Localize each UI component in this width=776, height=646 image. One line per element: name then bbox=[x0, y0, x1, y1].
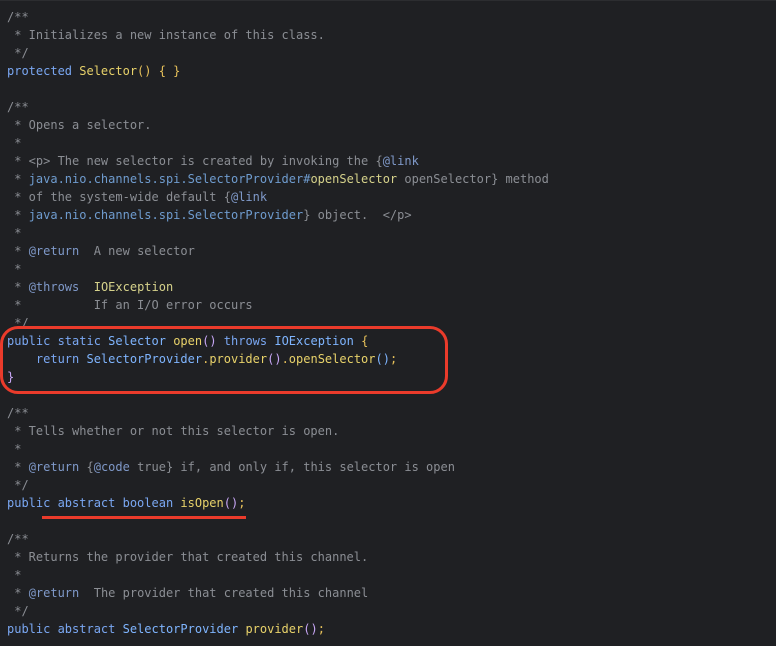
code-token: * bbox=[7, 172, 29, 186]
code-token: public bbox=[7, 496, 58, 510]
code-line: /** bbox=[7, 404, 29, 422]
code-line: * bbox=[7, 134, 21, 152]
code-token: provider bbox=[245, 622, 304, 636]
code-token: /** bbox=[7, 406, 29, 420]
code-line: */ bbox=[7, 476, 29, 494]
code-token: () bbox=[303, 622, 318, 636]
code-line: */ bbox=[7, 602, 29, 620]
code-token: @return bbox=[28, 586, 80, 600]
code-token: * Returns the provider that created this… bbox=[7, 550, 369, 564]
code-line: * of the system-wide default {@link bbox=[7, 188, 267, 206]
code-token: @throws bbox=[28, 280, 80, 294]
code-token: @code bbox=[93, 460, 130, 474]
code-line: * @return {@code true} if, and only if, … bbox=[7, 458, 455, 476]
code-token: abstract bbox=[57, 496, 123, 510]
code-token: * bbox=[7, 136, 22, 150]
code-token: @return bbox=[28, 244, 80, 258]
code-token: * bbox=[7, 262, 22, 276]
code-line: * bbox=[7, 224, 21, 242]
code-line: * @return The provider that created this… bbox=[7, 584, 368, 602]
code-token: * bbox=[7, 460, 29, 474]
code-line: * @return A new selector bbox=[7, 242, 195, 260]
code-token: */ bbox=[7, 604, 29, 618]
code-line: public abstract boolean isOpen(); bbox=[7, 494, 245, 512]
code-token: true} if, and only if, this selector is … bbox=[129, 460, 455, 474]
code-token: The provider that created this channel bbox=[79, 586, 369, 600]
code-token: boolean bbox=[122, 496, 181, 510]
code-token: * bbox=[7, 208, 29, 222]
code-token: * If an I/O error occurs bbox=[7, 298, 253, 312]
code-token: { bbox=[79, 460, 94, 474]
code-line: * @throws IOException bbox=[7, 278, 173, 296]
underline-isopen bbox=[42, 516, 246, 519]
code-token: * bbox=[7, 568, 22, 582]
code-token: * bbox=[7, 442, 22, 456]
code-token: () { } bbox=[137, 64, 181, 78]
code-line: * bbox=[7, 440, 21, 458]
code-line: * bbox=[7, 566, 21, 584]
code-line: * If an I/O error occurs bbox=[7, 296, 253, 314]
code-line: /** bbox=[7, 8, 29, 26]
code-line: */ bbox=[7, 44, 29, 62]
code-token: * Opens a selector. bbox=[7, 118, 152, 132]
code-line: public abstract SelectorProvider provide… bbox=[7, 620, 325, 638]
code-line: * Initializes a new instance of this cla… bbox=[7, 26, 325, 44]
highlight-box-open-method bbox=[0, 326, 448, 394]
code-token: * bbox=[7, 244, 29, 258]
code-line: /** bbox=[7, 530, 29, 548]
code-token: IOException bbox=[93, 280, 174, 294]
code-token: /** bbox=[7, 532, 29, 546]
code-line: * Returns the provider that created this… bbox=[7, 548, 368, 566]
code-token: @return bbox=[28, 460, 80, 474]
code-token: isOpen bbox=[180, 496, 224, 510]
code-token: @link bbox=[230, 190, 268, 204]
code-token: */ bbox=[7, 46, 29, 60]
code-token: ; bbox=[238, 496, 246, 510]
code-line: * java.nio.channels.spi.SelectorProvider… bbox=[7, 206, 412, 224]
code-line: protected Selector() { } bbox=[7, 62, 180, 80]
code-token: /** bbox=[7, 10, 29, 24]
code-token: openSelector} method bbox=[397, 172, 549, 186]
code-token: * Tells whether or not this selector is … bbox=[7, 424, 340, 438]
code-token: * Initializes a new instance of this cla… bbox=[7, 28, 325, 42]
code-token: /** bbox=[7, 100, 29, 114]
code-token: openSelector bbox=[310, 172, 398, 186]
code-line: /** bbox=[7, 98, 29, 116]
code-line: * java.nio.channels.spi.SelectorProvider… bbox=[7, 170, 549, 188]
code-token: * bbox=[7, 226, 22, 240]
code-token: */ bbox=[7, 478, 29, 492]
code-token: * of the system-wide default { bbox=[7, 190, 231, 204]
code-token: java.nio.channels.spi.SelectorProvider# bbox=[28, 172, 311, 186]
code-line: * <p> The new selector is created by inv… bbox=[7, 152, 419, 170]
code-token: @link bbox=[382, 154, 419, 168]
code-token: SelectorProvider bbox=[122, 622, 246, 636]
code-line: * Opens a selector. bbox=[7, 116, 152, 134]
code-token: A new selector bbox=[79, 244, 195, 258]
code-token: java.nio.channels.spi.SelectorProvider bbox=[28, 208, 304, 222]
code-token: public bbox=[7, 622, 58, 636]
code-editor[interactable]: /** * Initializes a new instance of this… bbox=[0, 0, 776, 646]
code-token: ; bbox=[317, 622, 325, 636]
code-token: protected bbox=[7, 64, 80, 78]
code-token: } object. </p> bbox=[303, 208, 412, 222]
code-line: * Tells whether or not this selector is … bbox=[7, 422, 339, 440]
code-token: Selector bbox=[79, 64, 138, 78]
code-token: * bbox=[7, 280, 29, 294]
code-token: * bbox=[7, 586, 29, 600]
code-token: * <p> The new selector is created by inv… bbox=[7, 154, 383, 168]
code-token: abstract bbox=[57, 622, 123, 636]
code-line: * bbox=[7, 260, 21, 278]
code-token: () bbox=[223, 496, 239, 510]
